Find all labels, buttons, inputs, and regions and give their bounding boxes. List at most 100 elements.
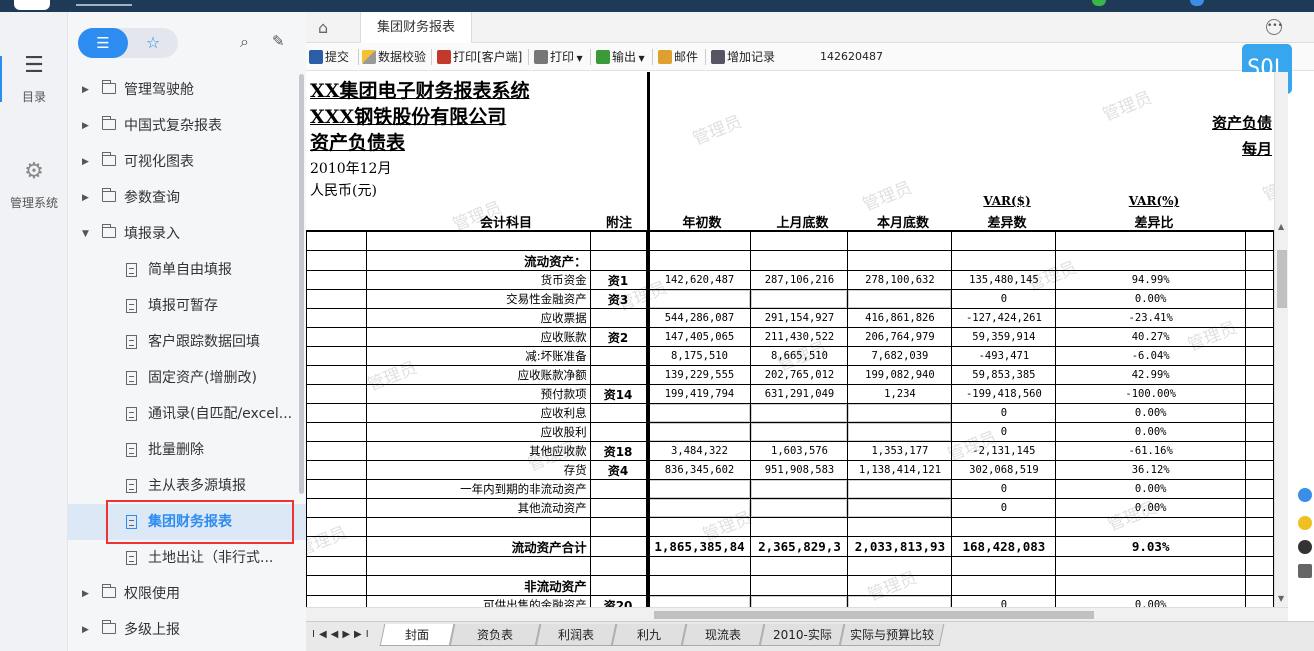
sheet-tab[interactable]: 资负表 — [449, 624, 541, 646]
tree-folder-item[interactable]: ▼ 填报录入 — [68, 216, 306, 252]
sheet-nav-arrows[interactable]: I◀◀▶▶I — [312, 629, 373, 640]
note-cell: 资18 — [589, 441, 648, 461]
vertical-scroll-thumb[interactable] — [1277, 250, 1287, 308]
last-month-cell[interactable] — [750, 289, 849, 309]
this-month-cell — [847, 575, 953, 596]
caret-right-icon[interactable]: ▶ — [82, 108, 89, 144]
tab-group-financial-report[interactable]: 集团财务报表 — [360, 12, 472, 43]
tray-icon[interactable] — [1298, 564, 1312, 578]
last-month-cell[interactable] — [750, 422, 849, 442]
user-avatar[interactable] — [1190, 0, 1204, 6]
tree-leaf-item[interactable]: 土地出让（非行式... — [68, 540, 306, 576]
home-icon[interactable]: ⌂ — [318, 18, 328, 37]
row-spacer-cell — [1244, 479, 1274, 499]
favorites-button[interactable]: ☆ — [128, 28, 178, 58]
tree-leaf-item[interactable]: 通讯录(自匹配/excel... — [68, 396, 306, 432]
tree-leaf-item[interactable]: 批量删除 — [68, 432, 306, 468]
vertical-scrollbar[interactable]: ▲ ▼ — [1274, 72, 1288, 607]
this-month-cell[interactable] — [847, 403, 953, 423]
tree-folder-item[interactable]: ▶ 权限使用 — [68, 576, 306, 612]
begin-value-cell[interactable] — [645, 403, 752, 423]
tree-folder-item[interactable]: ▶ 管理驾驶舱 — [68, 72, 306, 108]
tree-folder-item[interactable]: ▶ 多级上报 — [68, 612, 306, 648]
row-spacer-cell — [306, 479, 367, 499]
this-month-cell[interactable] — [847, 422, 953, 442]
tree-leaf-item[interactable]: 集团财务报表 — [68, 504, 306, 540]
mail-button[interactable]: 邮件 — [658, 48, 698, 66]
scroll-down-icon[interactable]: ▼ — [1278, 594, 1284, 603]
validate-icon — [362, 50, 376, 64]
last-month-cell[interactable] — [750, 479, 849, 499]
pin-icon[interactable]: ✎ — [272, 32, 285, 50]
record-value: 142620487 — [820, 50, 883, 63]
this-month-cell: 1,353,177 — [847, 441, 953, 461]
this-month-cell[interactable] — [847, 595, 953, 607]
last-month-cell[interactable] — [750, 498, 849, 518]
tray-icon[interactable] — [1298, 516, 1312, 530]
caret-right-icon[interactable]: ▶ — [82, 612, 89, 648]
toolbar-divider — [590, 49, 591, 65]
caret-right-icon[interactable]: ▶ — [82, 576, 89, 612]
begin-value-cell: 199,419,794 — [645, 384, 752, 404]
row-spacer-cell — [1244, 346, 1274, 366]
caret-right-icon[interactable]: ▶ — [82, 72, 89, 108]
this-month-cell[interactable] — [847, 289, 953, 309]
rail-item-admin[interactable]: ⚙ 管理系统 — [0, 158, 68, 211]
tree-leaf-item[interactable]: 客户跟踪数据回填 — [68, 324, 306, 360]
tree-leaf-item[interactable]: 简单自由填报 — [68, 252, 306, 288]
sheet-tab[interactable]: 利润表 — [535, 624, 617, 646]
tree-folder-item[interactable]: ▶ 可视化图表 — [68, 144, 306, 180]
horizontal-scrollbar[interactable] — [306, 607, 1288, 621]
add-record-button[interactable]: 增加记录 — [711, 48, 775, 66]
caret-right-icon[interactable]: ▶ — [82, 144, 89, 180]
begin-value-cell[interactable] — [645, 289, 752, 309]
rail-item-catalog[interactable]: ☰ 目录 — [0, 52, 68, 105]
print-button[interactable]: 打印 ▼ — [534, 48, 583, 68]
begin-value-cell: 142,620,487 — [645, 270, 752, 290]
row-spacer-cell — [1244, 595, 1274, 607]
last-month-cell[interactable] — [750, 595, 849, 607]
begin-value-cell[interactable] — [645, 498, 752, 518]
tray-icon[interactable] — [1298, 540, 1312, 554]
last-month-cell[interactable] — [750, 403, 849, 423]
table-row: 一年内到期的非流动资产 0 0.00% — [306, 479, 1274, 499]
print-client-button[interactable]: 打印[客户端] — [437, 48, 522, 66]
scroll-up-icon[interactable]: ▲ — [1278, 222, 1284, 231]
validate-button[interactable]: 数据校验 — [362, 48, 426, 66]
variance-amount-cell: 0 — [951, 289, 1057, 309]
tree-leaf-item[interactable]: 主从表多源填报 — [68, 468, 306, 504]
sheet-tab[interactable]: 封面 — [379, 624, 455, 646]
row-spacer-cell — [1244, 308, 1274, 328]
sheet-tab[interactable]: 现流表 — [681, 624, 765, 646]
sheet-tab[interactable]: 利九 — [611, 624, 687, 646]
caret-down-icon[interactable]: ▼ — [82, 216, 89, 252]
tree-leaf-item[interactable]: 固定资产(增删改) — [68, 360, 306, 396]
tree-folder-item[interactable]: ▶ 中国式复杂报表 — [68, 108, 306, 144]
note-cell: 资1 — [589, 270, 648, 290]
watermark: 管理员 — [690, 111, 745, 150]
list-view-button[interactable]: ☰ — [78, 28, 128, 58]
tree-folder-item[interactable]: ▶ 参数查询 — [68, 180, 306, 216]
begin-value-cell[interactable] — [645, 595, 752, 607]
sheet-tab[interactable]: 2010-实际 — [759, 624, 845, 646]
begin-value-cell[interactable] — [645, 479, 752, 499]
online-status-icon[interactable] — [1092, 0, 1106, 6]
tray-icon[interactable] — [1298, 488, 1312, 502]
submit-button[interactable]: 提交 — [309, 48, 349, 66]
tree-leaf-item[interactable]: 填报可暂存 — [68, 288, 306, 324]
more-options-icon[interactable]: ••• — [1266, 19, 1283, 35]
sheet-tab[interactable]: 实际与预算比较 — [839, 624, 945, 646]
tree-scrollbar[interactable] — [299, 74, 304, 494]
begin-value-cell[interactable] — [645, 422, 752, 442]
note-cell — [589, 308, 648, 328]
mail-icon — [658, 50, 672, 64]
search-icon[interactable]: ⌕ — [240, 32, 249, 52]
report-file-icon — [126, 299, 137, 313]
this-month-cell[interactable] — [847, 498, 953, 518]
account-cell: 应收账款净额 — [365, 365, 591, 385]
export-button[interactable]: 输出 ▼ — [596, 48, 645, 68]
variance-amount-cell: -2,131,145 — [951, 441, 1057, 461]
this-month-cell[interactable] — [847, 479, 953, 499]
horizontal-scroll-thumb[interactable] — [654, 611, 1094, 619]
caret-right-icon[interactable]: ▶ — [82, 180, 89, 216]
